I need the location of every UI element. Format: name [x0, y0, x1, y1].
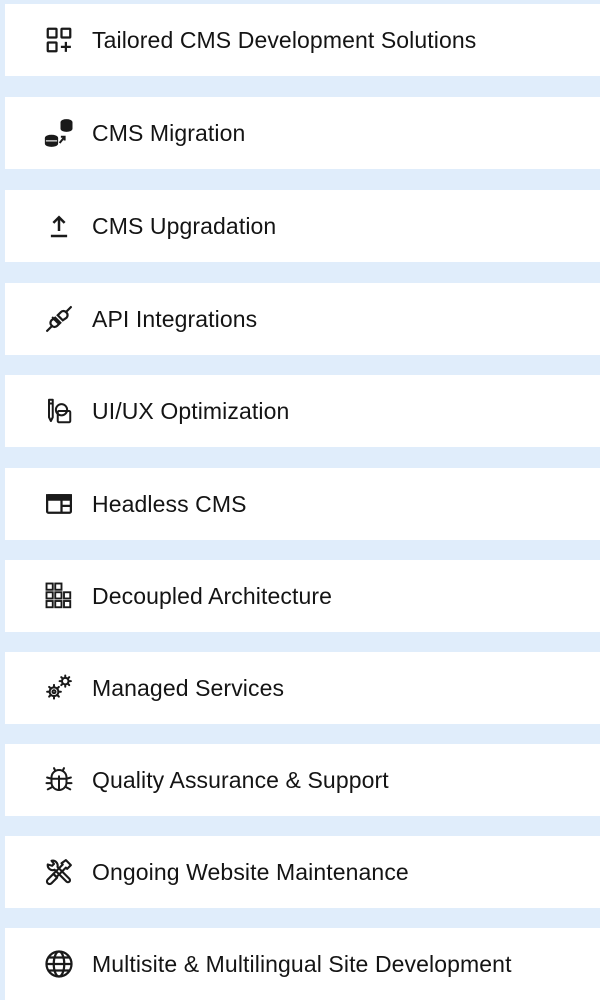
service-item-api-integrations[interactable]: API Integrations [5, 283, 600, 355]
service-item-quality-assurance[interactable]: Quality Assurance & Support [5, 744, 600, 816]
service-item-label: CMS Upgradation [92, 212, 277, 239]
service-item-website-maintenance[interactable]: Ongoing Website Maintenance [5, 836, 600, 908]
globe-icon [43, 948, 75, 980]
upload-arrow-icon [43, 210, 75, 242]
service-item-label: Decoupled Architecture [92, 582, 333, 609]
services-list: Tailored CMS Development Solutions CMS M… [0, 0, 600, 1000]
grid-plus-icon [43, 24, 75, 56]
service-item-ui-ux-optimization[interactable]: UI/UX Optimization [5, 375, 600, 447]
bug-icon [43, 764, 75, 796]
gears-icon [43, 672, 75, 704]
service-item-decoupled-architecture[interactable]: Decoupled Architecture [5, 560, 600, 632]
service-item-cms-migration[interactable]: CMS Migration [5, 97, 600, 169]
service-item-label: UI/UX Optimization [92, 397, 290, 424]
service-item-cms-upgradation[interactable]: CMS Upgradation [5, 190, 600, 262]
service-item-label: Quality Assurance & Support [92, 766, 389, 793]
service-item-managed-services[interactable]: Managed Services [5, 652, 600, 724]
service-item-label: Tailored CMS Development Solutions [92, 26, 477, 53]
service-item-label: Multisite & Multilingual Site Developmen… [92, 950, 512, 977]
service-item-multisite-multilingual[interactable]: Multisite & Multilingual Site Developmen… [5, 928, 600, 1000]
service-item-label: CMS Migration [92, 119, 246, 146]
service-item-label: Headless CMS [92, 490, 247, 517]
design-tools-icon [43, 395, 75, 427]
blocks-icon [43, 580, 75, 612]
service-item-tailored-cms-development[interactable]: Tailored CMS Development Solutions [5, 4, 600, 76]
service-item-headless-cms[interactable]: Headless CMS [5, 468, 600, 540]
browser-layout-icon [43, 488, 75, 520]
database-migration-icon [43, 117, 75, 149]
plug-icon [43, 303, 75, 335]
service-item-label: Managed Services [92, 674, 285, 701]
service-item-label: Ongoing Website Maintenance [92, 858, 409, 885]
tools-icon [43, 856, 75, 888]
service-item-label: API Integrations [92, 305, 258, 332]
